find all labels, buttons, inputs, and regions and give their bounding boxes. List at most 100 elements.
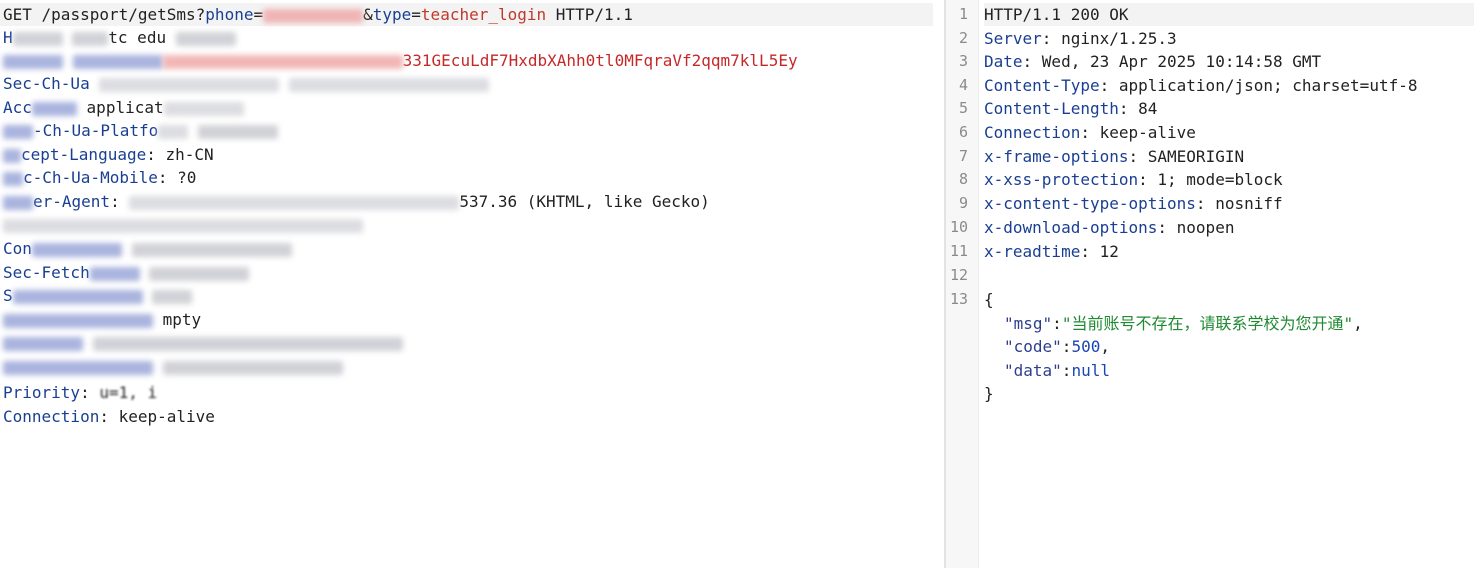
header-platform: -Ch-Ua-Platfo [3,119,278,142]
response-header: Content-Length: 84 [984,99,1158,118]
line-number: 1 [958,5,968,23]
header-connection: Connection: keep-alive [3,405,215,428]
header-value: nosniff [1215,194,1283,213]
line-number: 9 [958,194,968,212]
header-empty: mpty [3,308,201,331]
host-value: tc edu [108,28,167,47]
s-key: S [3,286,13,305]
response-header: x-readtime: 12 [984,242,1119,261]
redacted [31,242,122,257]
redacted [3,218,363,233]
response-pane[interactable]: 1 2 3 4 5 6 7 8 9 10 11 12 13 HTTP/1.1 2… [946,0,1480,568]
line-number: 10 [949,218,968,236]
header-cookie: 331GEcuLdF7HxdbXAhh0tl0MFqraVf2qqm7klL5E… [3,49,798,72]
sec-ch-ua-key: Sec-Ch-Ua [3,74,90,93]
response-header: x-download-options: noopen [984,218,1235,237]
mobile-value: ?0 [177,168,197,187]
header-value: nginx/1.25.3 [1061,29,1177,48]
line-number: 12 [949,266,968,284]
redacted [3,148,21,163]
header-value: 84 [1138,99,1158,118]
redacted [158,124,189,139]
redacted [131,242,292,257]
header-redacted [3,331,403,354]
response-header: x-content-type-options: nosniff [984,194,1283,213]
redacted [149,266,250,281]
header-redacted-2 [3,355,343,378]
path: /passport/getSms? [31,5,206,24]
colon: : [80,383,100,402]
header-value: keep-alive [1099,123,1196,142]
response-header: Content-Type: application/json; charset=… [984,76,1418,95]
redacted [288,77,489,92]
redacted [3,360,153,375]
line-number: 4 [958,76,968,94]
header-priority: Priority: u=1, i [3,381,157,404]
json-key-data: "data" [1004,361,1062,380]
header-value: application/json; charset=utf-8 [1118,76,1418,95]
json-open-brace: { [984,290,994,309]
redacted [175,31,236,46]
accept-key: Acc [3,98,32,117]
colon: : [157,168,178,187]
response-header: Date: Wed, 23 Apr 2025 10:14:58 GMT [984,52,1322,71]
json-key-code: "code" [1004,337,1062,356]
json-msg-line: "msg":"当前账号不存在，请联系学校为您开通", [1004,314,1363,333]
response-header: Server: nginx/1.25.3 [984,29,1177,48]
status-line: HTTP/1.1 200 OK [984,3,1474,26]
priority-key: Priority [3,383,81,402]
header-key: x-readtime [984,242,1081,261]
line-number: 13 [949,290,968,308]
header-connection-partial: Con [3,237,292,260]
param-type-key: type [372,5,412,24]
redacted [3,54,63,69]
json-close-brace: } [984,384,994,403]
redacted [162,54,403,69]
header-sec-ch-ua: Sec-Ch-Ua [3,72,489,95]
redacted [12,31,63,46]
param-type-value: teacher_login [420,5,547,24]
header-key: Server [984,29,1042,48]
header-user-agent: er-Agent: 537.36 (KHTML, like Gecko) [3,190,710,213]
request-pane[interactable]: GET /passport/getSms?phone= &type=teacher… [0,0,944,568]
connection-key: Connection [3,407,100,426]
redacted [163,101,244,116]
mobile-key: c-Ch-Ua-Mobile [23,168,158,187]
eq: = [253,5,264,24]
header-value: 1; mode=block [1157,170,1283,189]
header-key: Connection [984,123,1081,142]
line-number: 8 [958,170,968,188]
response-header: x-frame-options: SAMEORIGIN [984,147,1245,166]
accept-language-value: zh-CN [165,145,214,164]
redacted [197,124,278,139]
ua-key: er-Agent [33,192,111,211]
redacted [72,54,163,69]
line-number: 7 [958,147,968,165]
redacted [3,124,33,139]
header-host: H tc edu [3,26,236,49]
header-value: 12 [1099,242,1119,261]
redacted [31,101,77,116]
redacted [92,336,403,351]
redacted [12,289,143,304]
redacted [129,195,460,210]
line-number: 3 [958,52,968,70]
line-number-gutter: 1 2 3 4 5 6 7 8 9 10 11 12 13 [946,0,979,568]
redacted [72,31,109,46]
header-sec-fetch: Sec-Fetch [3,261,250,284]
empty-value: mpty [162,310,202,329]
header-accept: Acc applicat [3,96,244,119]
priority-value: u=1, i [99,383,158,402]
response-header: Connection: keep-alive [984,123,1196,142]
header-accept-language: cept-Language: zh-CN [3,143,214,166]
redacted [162,360,343,375]
header-key: x-xss-protection [984,170,1139,189]
json-code-line: "code":500, [1004,337,1110,356]
header-key: x-download-options [984,218,1158,237]
header-user-agent-cont [3,213,363,236]
sec-fetch-key: Sec-Fetch [3,263,90,282]
header-value: SAMEORIGIN [1147,147,1245,166]
header-key: x-content-type-options [984,194,1196,213]
method: GET [3,5,32,24]
line-number: 2 [958,29,968,47]
